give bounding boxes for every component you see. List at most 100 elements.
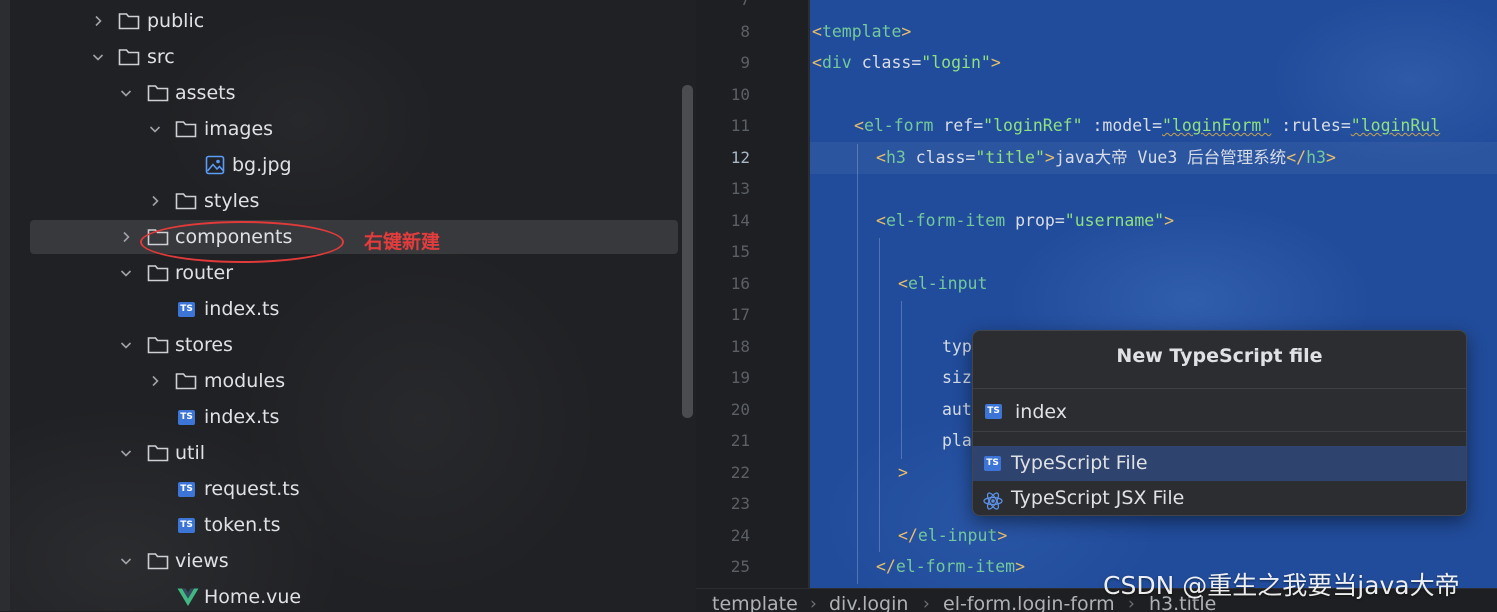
folder-icon: [175, 111, 197, 147]
breadcrumb-item[interactable]: div.login: [829, 589, 908, 612]
chevron-right-icon[interactable]: [92, 3, 106, 39]
tree-item-request-ts[interactable]: TS request.ts: [0, 471, 696, 507]
tree-item-label: token.ts: [204, 514, 281, 536]
line-number: 14: [730, 211, 750, 230]
tree-item-modules[interactable]: modules: [0, 363, 696, 399]
line-number: 13: [730, 179, 750, 198]
code-line-9: <div class="login">: [812, 53, 1001, 72]
code-line-24: </el-input>: [898, 526, 1008, 545]
ts-file-icon: TS: [984, 456, 1001, 471]
vue-file-icon: [177, 579, 199, 611]
annotation-circle: [140, 221, 344, 263]
code-line-20: aut: [942, 400, 972, 419]
option-label: TypeScript JSX File: [1011, 487, 1185, 509]
line-number: 8: [740, 22, 750, 41]
option-typescript-jsx-file[interactable]: TypeScript JSX File: [973, 481, 1466, 515]
filename-field[interactable]: TS: [985, 397, 1456, 427]
option-label: TypeScript File: [1011, 452, 1148, 474]
breadcrumb-item[interactable]: template: [712, 589, 798, 612]
line-number: 17: [730, 305, 750, 324]
chevron-right-icon[interactable]: [120, 219, 134, 255]
dialog-title: New TypeScript file: [1116, 345, 1323, 367]
line-number: 19: [730, 368, 750, 387]
line-number: 22: [730, 463, 750, 482]
breadcrumb-item[interactable]: el-form.login-form: [943, 589, 1115, 612]
new-typescript-file-dialog[interactable]: New TypeScript file TS TS TypeScript Fil…: [972, 330, 1467, 516]
folder-icon: [147, 255, 169, 291]
tree-item-label: images: [204, 118, 274, 140]
code-line-25: </el-form-item>: [876, 557, 1026, 576]
indent-guide: [857, 144, 858, 584]
ts-file-icon: TS: [178, 482, 195, 497]
code-line-21: pla: [942, 431, 972, 450]
chevron-down-icon[interactable]: [120, 435, 134, 471]
tree-item-router-index-ts[interactable]: TS index.ts: [0, 291, 696, 327]
line-number: 18: [730, 337, 750, 356]
filename-input[interactable]: [1015, 397, 1435, 427]
divider: [973, 431, 1466, 432]
folder-icon: [118, 39, 140, 75]
line-number: 11: [730, 116, 750, 135]
chevron-right-icon[interactable]: [149, 183, 163, 219]
code-line-19: siz: [942, 368, 972, 387]
tree-item-stores-index-ts[interactable]: TS index.ts: [0, 399, 696, 435]
tree-item-label: modules: [204, 370, 286, 392]
divider: [973, 388, 1466, 389]
folder-icon: [147, 543, 169, 579]
chevron-right-icon: ›: [923, 594, 930, 612]
ts-file-icon: TS: [178, 410, 195, 425]
tree-item-assets[interactable]: assets: [0, 75, 696, 111]
chevron-right-icon[interactable]: [149, 363, 163, 399]
annotation-text: 右键新建: [364, 231, 441, 253]
chevron-down-icon[interactable]: [120, 75, 134, 111]
chevron-down-icon[interactable]: [120, 327, 134, 363]
indent-guide: [879, 238, 880, 552]
react-icon: [983, 488, 1003, 515]
tree-scrollbar[interactable]: [682, 85, 693, 418]
line-number: 24: [730, 526, 750, 545]
watermark: CSDN @重生之我要当java大帝: [1103, 571, 1460, 600]
tree-item-util[interactable]: util: [0, 435, 696, 471]
tree-item-images[interactable]: images: [0, 111, 696, 147]
code-line-16: <el-input: [898, 274, 988, 293]
folder-icon: [147, 75, 169, 111]
line-number: 9: [740, 53, 750, 72]
tree-item-label: bg.jpg: [232, 154, 292, 176]
code-line-8: <template>: [812, 22, 912, 41]
line-number: 10: [730, 85, 750, 104]
tree-item-label: styles: [204, 190, 260, 212]
tree-item-token-ts[interactable]: TS token.ts: [0, 507, 696, 543]
image-file-icon: [205, 147, 227, 183]
option-typescript-file[interactable]: TS TypeScript File: [973, 446, 1466, 481]
code-line-14: <el-form-item prop="username">: [876, 211, 1175, 230]
code-line-22: >: [898, 463, 908, 482]
tree-item-label: public: [147, 10, 205, 32]
tree-item-label: index.ts: [204, 298, 280, 320]
tree-item-label: assets: [175, 82, 236, 104]
indent-guide: [901, 301, 902, 459]
chevron-down-icon[interactable]: [149, 111, 163, 147]
folder-icon: [175, 363, 197, 399]
code-editor[interactable]: 7 8 9 10 11 12 13 14 15 16 17 18 19 20 2…: [696, 0, 1497, 611]
chevron-down-icon[interactable]: [120, 255, 134, 291]
tree-item-views[interactable]: views: [0, 543, 696, 579]
tree-item-home-vue[interactable]: Home.vue: [0, 579, 696, 611]
ts-file-icon: TS: [178, 302, 195, 317]
tree-item-styles[interactable]: styles: [0, 183, 696, 219]
tree-item-label: index.ts: [204, 406, 280, 428]
tree-item-stores[interactable]: stores: [0, 327, 696, 363]
line-number: 21: [730, 431, 750, 450]
tree-item-public[interactable]: public: [0, 3, 696, 39]
tree-item-router[interactable]: router: [0, 255, 696, 291]
chevron-down-icon[interactable]: [92, 39, 106, 75]
tree-item-bg-jpg[interactable]: bg.jpg: [0, 147, 696, 183]
project-tree-panel: public src assets images bg.jpg styles c…: [0, 0, 696, 611]
tree-item-src[interactable]: src: [0, 39, 696, 75]
chevron-down-icon[interactable]: [120, 543, 134, 579]
tree-item-label: Home.vue: [204, 586, 302, 608]
folder-icon: [118, 3, 140, 39]
folder-icon: [175, 183, 197, 219]
tree-item-components[interactable]: components: [0, 219, 696, 255]
chevron-right-icon: ›: [810, 594, 817, 612]
line-number: 16: [730, 274, 750, 293]
